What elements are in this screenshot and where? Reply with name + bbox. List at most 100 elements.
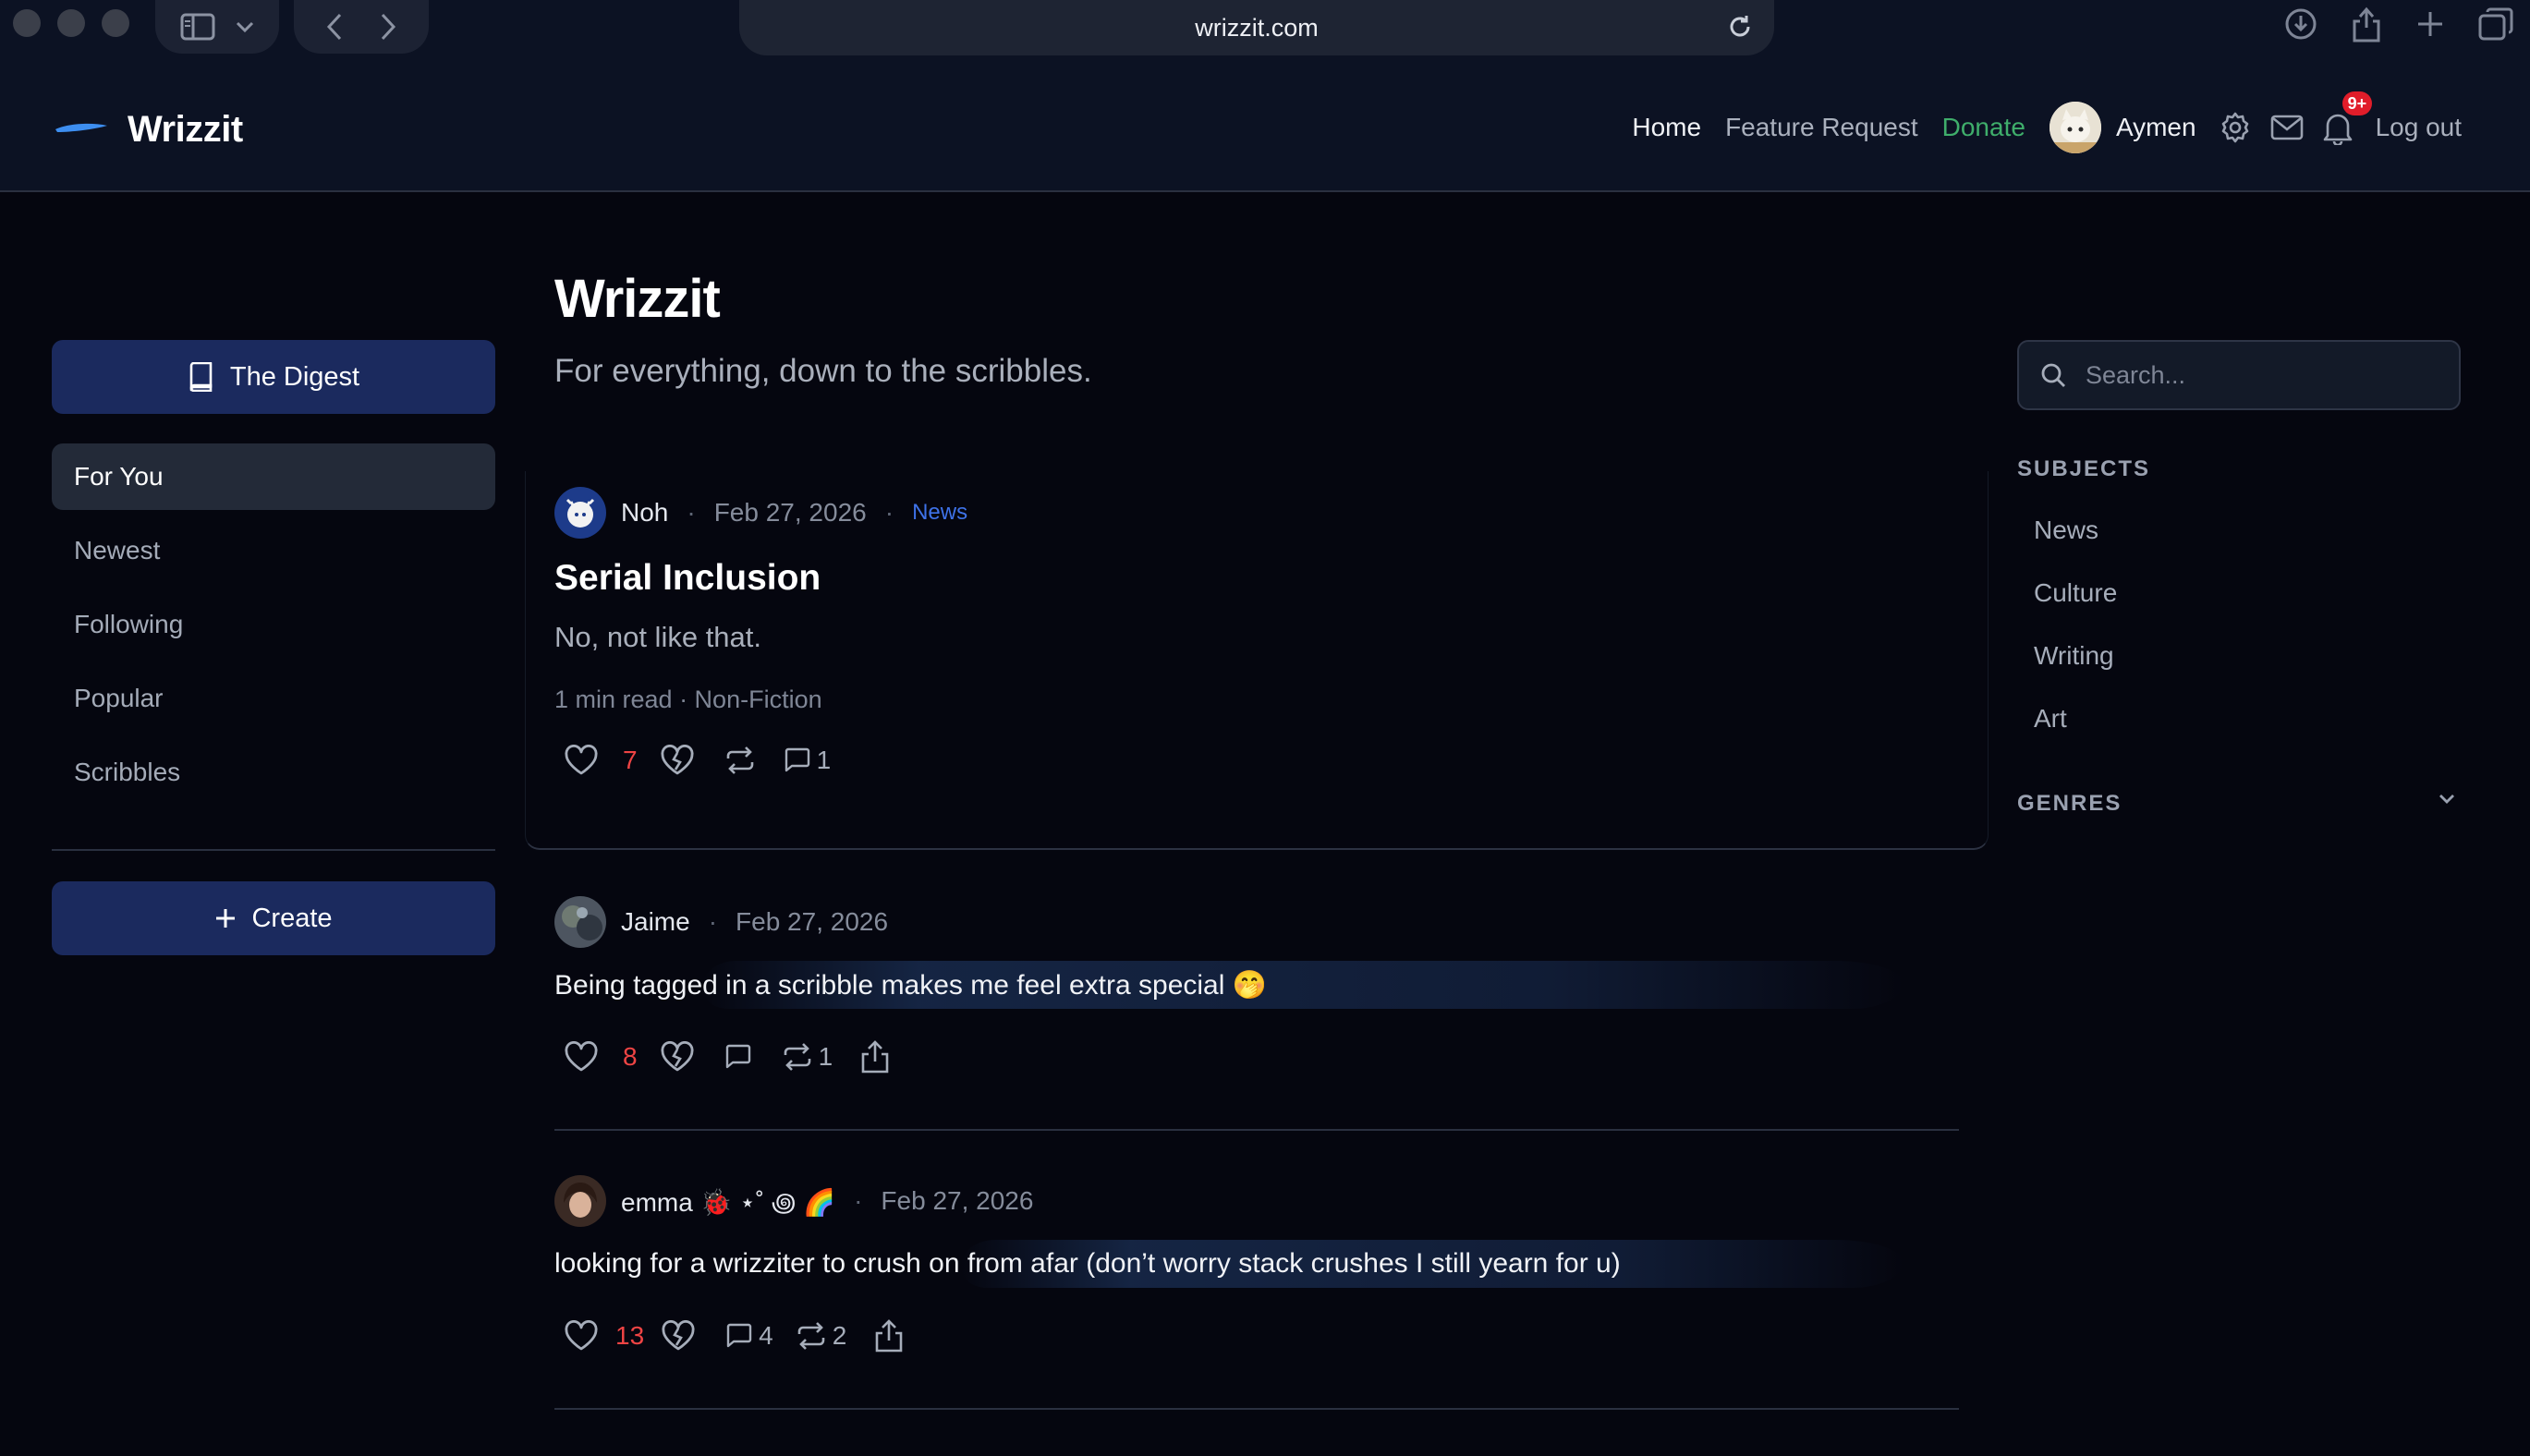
comment-count: 4 <box>759 1321 773 1350</box>
mail-icon[interactable] <box>2270 114 2304 141</box>
post-actions: 8 1 <box>564 1039 890 1074</box>
comment-icon[interactable] <box>725 1323 753 1349</box>
tab-overview-icon[interactable] <box>2478 7 2513 41</box>
search-input[interactable] <box>2086 360 2437 390</box>
like-count: 8 <box>623 1042 638 1071</box>
create-button[interactable]: Create <box>52 881 495 955</box>
repost-icon[interactable] <box>724 746 756 775</box>
subject-item-culture[interactable]: Culture <box>2017 562 2461 625</box>
the-digest-button[interactable]: The Digest <box>52 340 495 414</box>
page-subtitle: For everything, down to the scribbles. <box>554 353 1092 389</box>
author-avatar[interactable] <box>554 487 606 539</box>
post-date: Feb 27, 2026 <box>713 498 867 527</box>
comment-icon[interactable] <box>724 1044 752 1070</box>
address-bar[interactable]: wrizzit.com <box>739 0 1774 55</box>
nav-donate-link[interactable]: Donate <box>1942 113 2025 142</box>
logout-link[interactable]: Log out <box>2376 113 2462 142</box>
plus-icon <box>214 907 237 929</box>
genres-heading[interactable]: GENRES <box>2017 791 2122 817</box>
subjects-heading: SUBJECTS <box>2017 456 2151 481</box>
share-icon[interactable] <box>860 1039 890 1074</box>
post-meta: emma 🐞 ⋆˚ ꩜ 🌈 · Feb 27, 2026 <box>554 1175 1033 1227</box>
sidebar-item-following[interactable]: Following <box>52 591 495 658</box>
author-name[interactable]: Jaime <box>621 907 690 937</box>
window-controls <box>13 9 129 37</box>
post-subject-tag[interactable]: News <box>912 500 967 526</box>
wrizzit-logo-icon[interactable] <box>54 120 109 135</box>
chevron-down-icon[interactable] <box>2438 793 2456 806</box>
comment-icon[interactable] <box>784 747 811 773</box>
post-actions: 13 4 2 <box>564 1318 904 1353</box>
author-name[interactable]: Noh <box>621 498 668 528</box>
nav-feature-request-link[interactable]: Feature Request <box>1725 113 1918 142</box>
subject-item-art[interactable]: Art <box>2017 687 2461 750</box>
notifications-badge: 9+ <box>2341 91 2373 115</box>
share-icon[interactable] <box>874 1318 904 1353</box>
search-icon <box>2039 361 2067 389</box>
post-actions: 7 1 <box>564 745 831 776</box>
feed-nav: For You Newest Following Popular Scribbl… <box>52 443 495 813</box>
user-avatar[interactable] <box>2049 102 2101 153</box>
like-count: 7 <box>623 746 638 774</box>
sidebar-toggle-group <box>155 0 279 54</box>
nav-home-link[interactable]: Home <box>1632 113 1701 142</box>
like-heart-icon[interactable] <box>564 1320 599 1352</box>
minimize-window-button[interactable] <box>57 9 85 37</box>
username[interactable]: Aymen <box>2116 113 2196 142</box>
the-digest-label: The Digest <box>229 361 360 392</box>
forward-icon[interactable] <box>380 13 396 41</box>
settings-gear-icon[interactable] <box>2219 111 2252 144</box>
post-meta: Noh · Feb 27, 2026 · News <box>554 487 967 539</box>
feed-divider <box>554 1129 1959 1131</box>
post-date: Feb 27, 2026 <box>881 1186 1034 1215</box>
like-heart-icon[interactable] <box>564 1041 599 1073</box>
new-tab-icon[interactable] <box>2415 9 2445 39</box>
repost-icon[interactable] <box>796 1321 827 1351</box>
back-icon[interactable] <box>326 13 343 41</box>
sidebar-item-newest[interactable]: Newest <box>52 517 495 584</box>
like-heart-icon[interactable] <box>564 745 599 776</box>
subject-item-writing[interactable]: Writing <box>2017 625 2461 687</box>
broken-heart-icon[interactable] <box>660 1041 695 1073</box>
post-date: Feb 27, 2026 <box>736 907 889 936</box>
broken-heart-icon[interactable] <box>661 1320 696 1352</box>
meta-separator: · <box>708 907 718 936</box>
brand-name[interactable]: Wrizzit <box>128 109 243 151</box>
meta-separator: · <box>884 498 894 527</box>
notifications-bell-icon[interactable]: 9+ <box>2322 91 2373 145</box>
history-nav-group <box>294 0 429 54</box>
author-avatar[interactable] <box>554 1175 606 1227</box>
close-window-button[interactable] <box>13 9 41 37</box>
feed-divider <box>554 1408 1959 1410</box>
subject-item-news[interactable]: News <box>2017 499 2461 562</box>
sidebar-divider <box>52 849 495 851</box>
post-read-info: 1 min read · Non-Fiction <box>554 686 822 713</box>
post-meta: Jaime · Feb 27, 2026 <box>554 896 888 948</box>
reload-icon[interactable] <box>1726 13 1754 41</box>
repost-count: 2 <box>832 1321 847 1350</box>
author-avatar[interactable] <box>554 896 606 948</box>
scribble-text[interactable]: looking for a wrizziter to crush on from… <box>554 1248 1621 1280</box>
site-header: Wrizzit Home Feature Request Donate Ayme… <box>0 63 2530 192</box>
post-title[interactable]: Serial Inclusion <box>554 558 821 599</box>
url-text: wrizzit.com <box>1195 13 1319 42</box>
repost-count: 1 <box>818 1042 833 1071</box>
share-icon[interactable] <box>2351 6 2382 42</box>
meta-separator: · <box>687 498 696 527</box>
sidebar-item-scribbles[interactable]: Scribbles <box>52 739 495 806</box>
comment-count: 1 <box>816 746 832 774</box>
chevron-down-icon[interactable] <box>236 20 254 33</box>
author-name[interactable]: emma 🐞 ⋆˚ ꩜ 🌈 <box>621 1183 835 1220</box>
book-icon <box>188 362 213 392</box>
post-subtitle: No, not like that. <box>554 621 762 653</box>
repost-icon[interactable] <box>782 1042 813 1072</box>
top-nav: Home Feature Request Donate Aymen 9+ Log… <box>1632 63 2530 192</box>
downloads-icon[interactable] <box>2284 7 2317 41</box>
zoom-window-button[interactable] <box>102 9 129 37</box>
sidebar-item-for-you[interactable]: For You <box>52 443 495 510</box>
sidebar-item-popular[interactable]: Popular <box>52 665 495 732</box>
scribble-text[interactable]: Being tagged in a scribble makes me feel… <box>554 969 1267 1001</box>
sidebar-toggle-icon[interactable] <box>180 13 215 41</box>
subjects-list: News Culture Writing Art <box>2017 499 2461 750</box>
broken-heart-icon[interactable] <box>660 745 695 776</box>
